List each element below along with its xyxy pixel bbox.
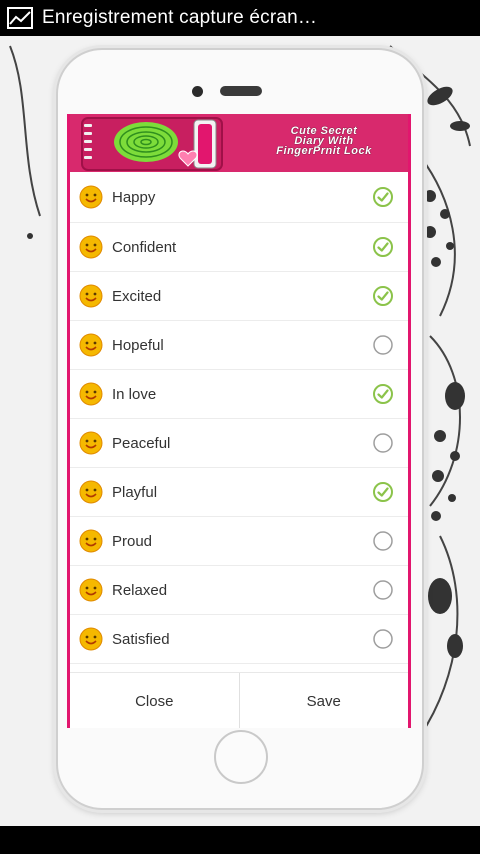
- mood-item[interactable]: Satisfied: [70, 615, 408, 664]
- unchecked-circle-icon[interactable]: [372, 334, 394, 356]
- save-button[interactable]: Save: [238, 673, 409, 728]
- dialog-footer: Close Save: [70, 672, 408, 728]
- crossed-fingers-face-icon: [79, 333, 103, 357]
- unchecked-circle-icon[interactable]: [372, 579, 394, 601]
- checked-circle-icon[interactable]: [372, 383, 394, 405]
- navigation-bar: [0, 826, 480, 854]
- image-graph-icon: [7, 7, 33, 29]
- mood-label: Satisfied: [112, 630, 170, 648]
- sunglasses-face-icon: [79, 480, 103, 504]
- camera-dot: [192, 86, 203, 97]
- smiling-cat-horns-icon: [79, 235, 103, 259]
- mood-item[interactable]: Proud: [70, 517, 408, 566]
- mood-item[interactable]: Confident: [70, 223, 408, 272]
- app-banner: Cute Secret Diary With FingerPrnit Lock: [70, 114, 408, 172]
- mood-label: Excited: [112, 287, 162, 305]
- close-button[interactable]: Close: [70, 673, 239, 728]
- relaxed-face-icon: [79, 578, 103, 602]
- app-screen: Cute Secret Diary With FingerPrnit Lock …: [67, 114, 411, 728]
- mood-label: Playful: [112, 483, 158, 501]
- proud-face-icon: [79, 529, 103, 553]
- unchecked-circle-icon[interactable]: [372, 628, 394, 650]
- mood-list: Happy Confident Excited Hopeful In love Peace…: [70, 172, 408, 664]
- mood-label: Confident: [112, 238, 177, 256]
- speaker-grille: [220, 86, 262, 96]
- mood-label: Peaceful: [112, 434, 171, 452]
- mood-label: Happy: [112, 188, 156, 206]
- checked-circle-icon[interactable]: [372, 285, 394, 307]
- halo-face-icon: [79, 431, 103, 455]
- mood-label: Proud: [112, 532, 153, 550]
- mood-item[interactable]: Playful: [70, 468, 408, 517]
- satisfied-face-icon: [79, 627, 103, 651]
- notification-text: Enregistrement capture écran…: [42, 7, 318, 28]
- mood-item[interactable]: Relaxed: [70, 566, 408, 615]
- mood-item[interactable]: In love: [70, 370, 408, 419]
- checked-circle-icon[interactable]: [372, 481, 394, 503]
- grinning-face-icon: [79, 284, 103, 308]
- grinning-face-icon: [79, 185, 103, 209]
- mood-label: Relaxed: [112, 581, 168, 599]
- mood-item[interactable]: Peaceful: [70, 419, 408, 468]
- banner-title: Cute Secret Diary With FingerPrnit Lock: [276, 125, 372, 157]
- home-button[interactable]: [214, 730, 268, 784]
- mood-item[interactable]: Hopeful: [70, 321, 408, 370]
- unchecked-circle-icon[interactable]: [372, 530, 394, 552]
- checked-circle-icon[interactable]: [372, 236, 394, 258]
- heart-face-icon: [79, 382, 103, 406]
- mood-label: Hopeful: [112, 336, 164, 354]
- checked-circle-icon[interactable]: [372, 186, 394, 208]
- mood-item[interactable]: Happy: [70, 172, 408, 223]
- mood-label: In love: [112, 385, 157, 403]
- fingerprint-diary-icon: [81, 117, 223, 171]
- status-bar: Enregistrement capture écran…: [0, 0, 480, 36]
- unchecked-circle-icon[interactable]: [372, 432, 394, 454]
- mood-item[interactable]: Excited: [70, 272, 408, 321]
